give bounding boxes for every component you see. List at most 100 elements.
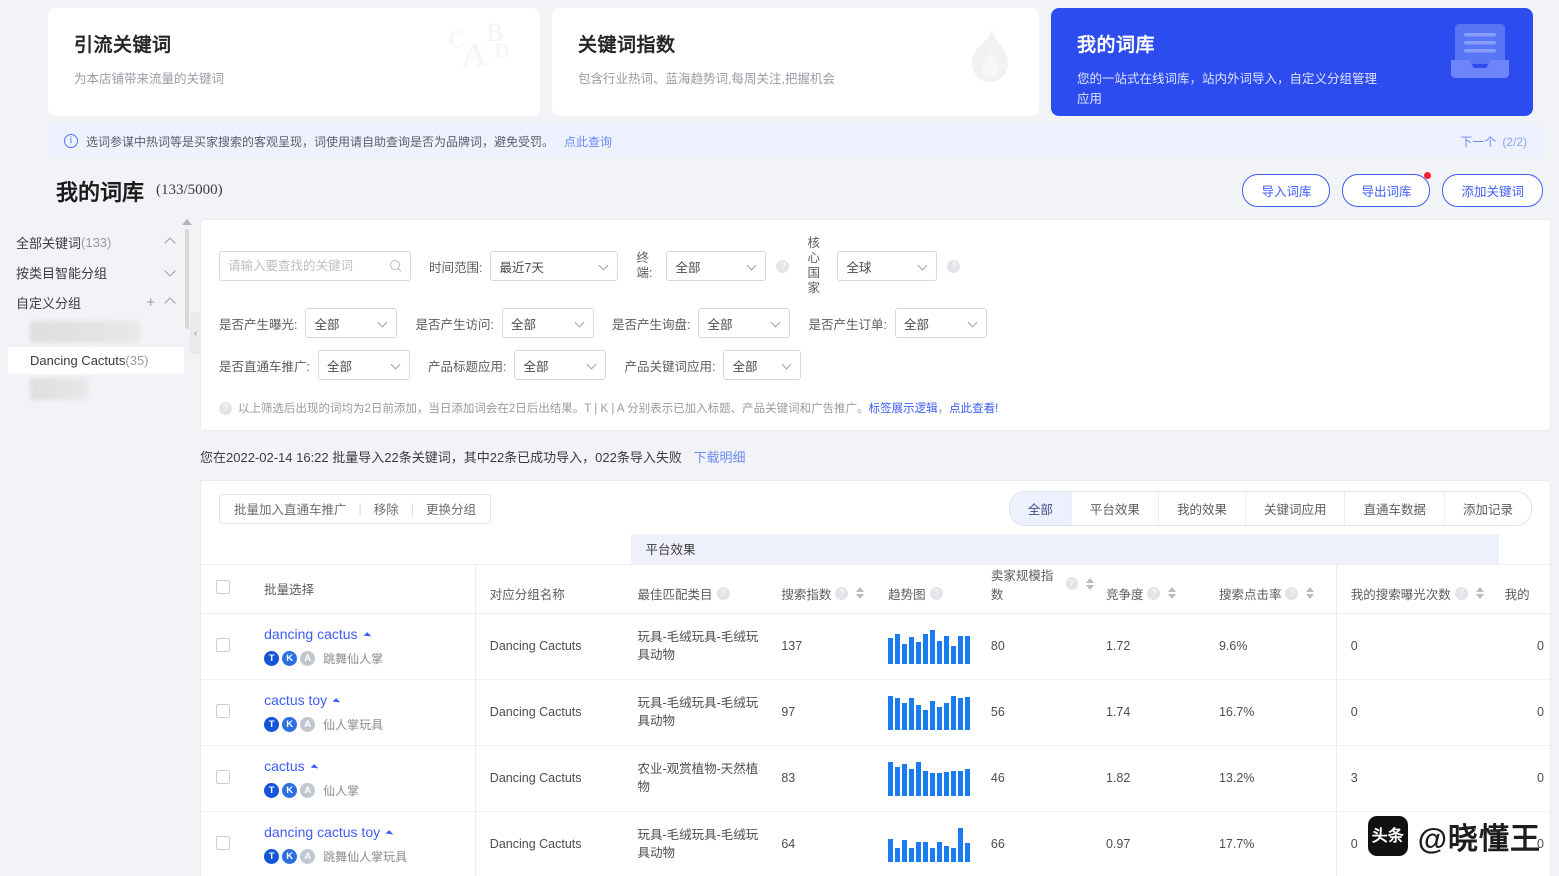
row-my-impressions: 0 — [1335, 679, 1499, 746]
tab-all[interactable]: 全部 — [1009, 492, 1072, 525]
help-icon-seller-scale[interactable]: ? — [1065, 577, 1078, 590]
help-icon-trend[interactable]: ? — [929, 586, 943, 600]
notice-query-link[interactable]: 点此查询 — [564, 133, 612, 150]
download-detail-link[interactable]: 下载明细 — [694, 450, 746, 465]
keyword-translation: 跳舞仙人掌玩具 — [323, 849, 408, 864]
sidebar-item-custom-group[interactable]: 自定义分组 + — [8, 287, 188, 317]
filter-select-visit[interactable]: 全部 — [501, 308, 594, 338]
tab-ad-data[interactable]: 直通车数据 — [1345, 492, 1445, 525]
scroll-thumb[interactable] — [185, 229, 189, 329]
batch-change-group-button[interactable]: 更换分组 — [426, 499, 476, 518]
table-row[interactable]: cactus toy T K A 仙人掌玩具 Dancing Cactuts 玩… — [201, 679, 1550, 746]
keyword-link[interactable]: cactus — [264, 758, 304, 774]
help-icon-competition[interactable]: ? — [1147, 586, 1161, 600]
footnote-comma: ， — [937, 403, 950, 415]
expand-arrow-icon[interactable] — [363, 631, 371, 640]
row-checkbox[interactable] — [215, 769, 230, 784]
table-row[interactable]: dancing cactus toy T K A 跳舞仙人掌玩具 Dancing… — [201, 811, 1550, 876]
sparkline-1 — [888, 694, 979, 730]
chevron-down-icon[interactable] — [165, 267, 176, 278]
col-competition: 竞争度? — [1099, 564, 1213, 614]
tab-my-effect[interactable]: 我的效果 — [1159, 492, 1246, 525]
chevron-down-icon — [783, 361, 792, 370]
expand-arrow-icon[interactable] — [332, 697, 341, 706]
help-icon-my-impressions[interactable]: ? — [1454, 586, 1468, 600]
filter-row-1: 时间范围: 最近7天 终端: 全部 ? 核心国家 — [219, 236, 1532, 296]
tab-platform-effect[interactable]: 平台效果 — [1072, 492, 1159, 525]
filter-select-order[interactable]: 全部 — [894, 308, 987, 338]
chevron-down-icon — [392, 361, 401, 370]
row-checkbox[interactable] — [215, 835, 230, 850]
filter-select-exposure[interactable]: 全部 — [305, 308, 398, 338]
sort-competition[interactable] — [1168, 587, 1177, 599]
sort-search-index[interactable] — [856, 587, 865, 599]
filter-select-time-range[interactable]: 最近7天 — [490, 251, 619, 281]
filter-select-ad-promo[interactable]: 全部 — [317, 350, 410, 380]
filter-value-exposure: 全部 — [314, 317, 340, 332]
filter-select-core-country[interactable]: 全球 — [837, 251, 938, 281]
divider-1: | — [358, 501, 362, 516]
help-icon-ctr[interactable]: ? — [1285, 586, 1299, 600]
filter-label-kw-apply: 产品关键词应用: — [624, 359, 716, 374]
notice-next-button[interactable]: 下一个 (2/2) — [1460, 133, 1527, 150]
view-here-link[interactable]: 点此查看! — [949, 400, 998, 416]
group-header-platform-effect: 平台效果 — [631, 534, 1499, 565]
search-input[interactable] — [228, 259, 390, 273]
tab-add-record[interactable]: 添加记录 — [1445, 492, 1531, 525]
filter-value-order: 全部 — [903, 317, 929, 332]
filter-select-kw-apply[interactable]: 全部 — [723, 350, 802, 380]
filter-select-inquiry[interactable]: 全部 — [698, 308, 791, 338]
keyword-link[interactable]: cactus toy — [264, 692, 327, 708]
promo-card-traffic-keywords[interactable]: 引流关键词 为本店铺带来流量的关键词 CA BD — [48, 8, 540, 116]
sort-my-impressions[interactable] — [1475, 587, 1484, 599]
keyword-link[interactable]: dancing cactus toy — [264, 824, 380, 840]
sidebar-item-smart-group[interactable]: 按类目智能分组 — [8, 257, 188, 287]
add-keyword-button[interactable]: 添加关键词 — [1442, 174, 1543, 207]
help-icon-search-index[interactable]: ? — [835, 586, 849, 600]
filter-select-terminal[interactable]: 全部 — [666, 251, 767, 281]
keyword-tags: T K A 仙人掌 — [264, 782, 469, 799]
scroll-up-arrow-icon[interactable] — [182, 219, 192, 225]
keyword-link[interactable]: dancing cactus — [264, 626, 357, 642]
sidebar-collapse-handle[interactable]: ‹ — [190, 312, 201, 354]
filter-select-title-apply[interactable]: 全部 — [514, 350, 607, 380]
chevron-up-icon[interactable] — [165, 237, 176, 248]
expand-arrow-icon[interactable] — [385, 829, 394, 838]
batch-promote-button[interactable]: 批量加入直通车推广 — [234, 499, 347, 518]
sidebar-selected-group-label: Dancing Cactuts — [30, 353, 126, 368]
filter-value-title-apply: 全部 — [523, 359, 549, 374]
wordbank-capacity: (133/5000) — [156, 182, 223, 198]
sidebar-item-dancing-cactuts[interactable]: Dancing Cactuts(35) — [8, 347, 184, 374]
tag-k-icon: K — [282, 716, 298, 732]
row-checkbox[interactable] — [215, 637, 230, 652]
help-icon-category[interactable]: ? — [716, 586, 730, 600]
table-row[interactable]: cactus T K A 仙人掌 Dancing Cactuts 农业-观赏植物… — [201, 745, 1550, 812]
help-icon-terminal[interactable]: ? — [776, 259, 790, 273]
tab-keyword-apply[interactable]: 关键词应用 — [1246, 492, 1346, 525]
promo-card-my-wordbank[interactable]: 我的词库 您的一站式在线词库，站内外词导入，自定义分组管理应用 — [1051, 8, 1533, 116]
batch-remove-button[interactable]: 移除 — [374, 499, 399, 518]
row-search-index: 97 — [775, 679, 883, 746]
sidebar-scrollbar[interactable] — [182, 219, 192, 389]
tag-logic-link[interactable]: 标签展示逻辑 — [869, 400, 938, 416]
chevron-up-icon-2[interactable] — [165, 297, 176, 308]
table-row[interactable]: dancing cactus T K A 跳舞仙人掌 Dancing Cactu… — [201, 613, 1550, 680]
help-icon-footnote[interactable]: ? — [219, 401, 232, 415]
sidebar-group-redacted-1[interactable] — [30, 321, 140, 343]
sort-ctr[interactable] — [1306, 587, 1315, 599]
search-icon[interactable] — [390, 260, 402, 272]
add-group-icon[interactable]: + — [146, 295, 155, 310]
sort-seller-scale[interactable] — [1085, 577, 1094, 590]
sidebar-item-all-keywords[interactable]: 全部关键词 (133) — [8, 227, 188, 257]
row-checkbox[interactable] — [215, 703, 230, 718]
sidebar-group-redacted-2[interactable] — [30, 378, 88, 400]
sparkline-0 — [888, 628, 979, 664]
promo-card-keyword-index[interactable]: 关键词指数 包含行业热词、蓝海趋势词,每周关注,把握机会 — [552, 8, 1039, 116]
select-all-checkbox[interactable] — [215, 580, 230, 594]
filter-label-inquiry: 是否产生询盘: — [611, 317, 691, 332]
expand-arrow-icon[interactable] — [310, 763, 318, 772]
search-input-wrapper[interactable] — [219, 251, 411, 281]
import-wordbank-button[interactable]: 导入词库 — [1242, 174, 1331, 207]
export-wordbank-button[interactable]: 导出词库 — [1342, 172, 1432, 207]
help-icon-core-country[interactable]: ? — [947, 259, 961, 273]
